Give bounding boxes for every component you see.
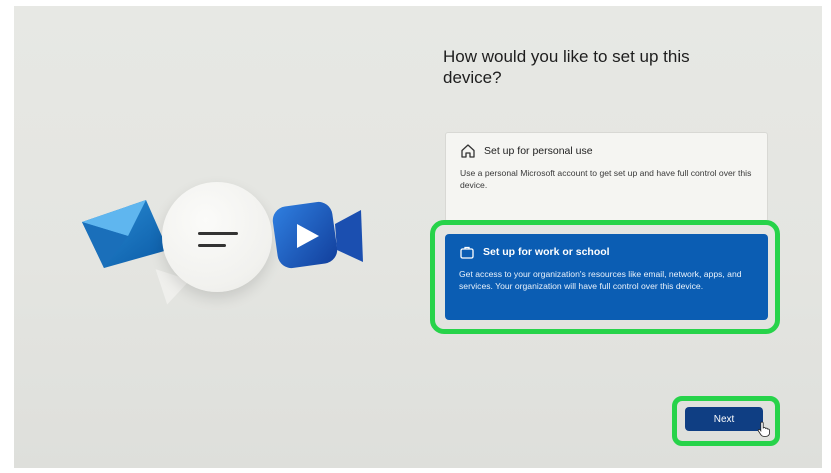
bubble-line bbox=[198, 244, 226, 247]
video-camera-icon bbox=[272, 201, 363, 269]
option-description: Use a personal Microsoft account to get … bbox=[460, 168, 752, 190]
hand-cursor-icon bbox=[757, 421, 770, 437]
option-work-or-school[interactable]: Set up for work or school Get access to … bbox=[445, 234, 768, 320]
chat-bubble-icon bbox=[162, 182, 272, 292]
next-button[interactable]: Next bbox=[685, 407, 763, 431]
option-title: Set up for work or school bbox=[483, 246, 610, 258]
illustration bbox=[14, 6, 434, 468]
option-description: Get access to your organization's resour… bbox=[459, 269, 742, 291]
mail-icon bbox=[82, 200, 168, 268]
home-icon bbox=[461, 144, 475, 158]
bubble-line bbox=[198, 232, 238, 235]
option-personal-use[interactable]: Set up for personal use Use a personal M… bbox=[445, 132, 768, 222]
briefcase-icon bbox=[460, 246, 474, 259]
page-title: How would you like to set up this device… bbox=[443, 47, 690, 87]
option-title: Set up for personal use bbox=[484, 145, 593, 157]
